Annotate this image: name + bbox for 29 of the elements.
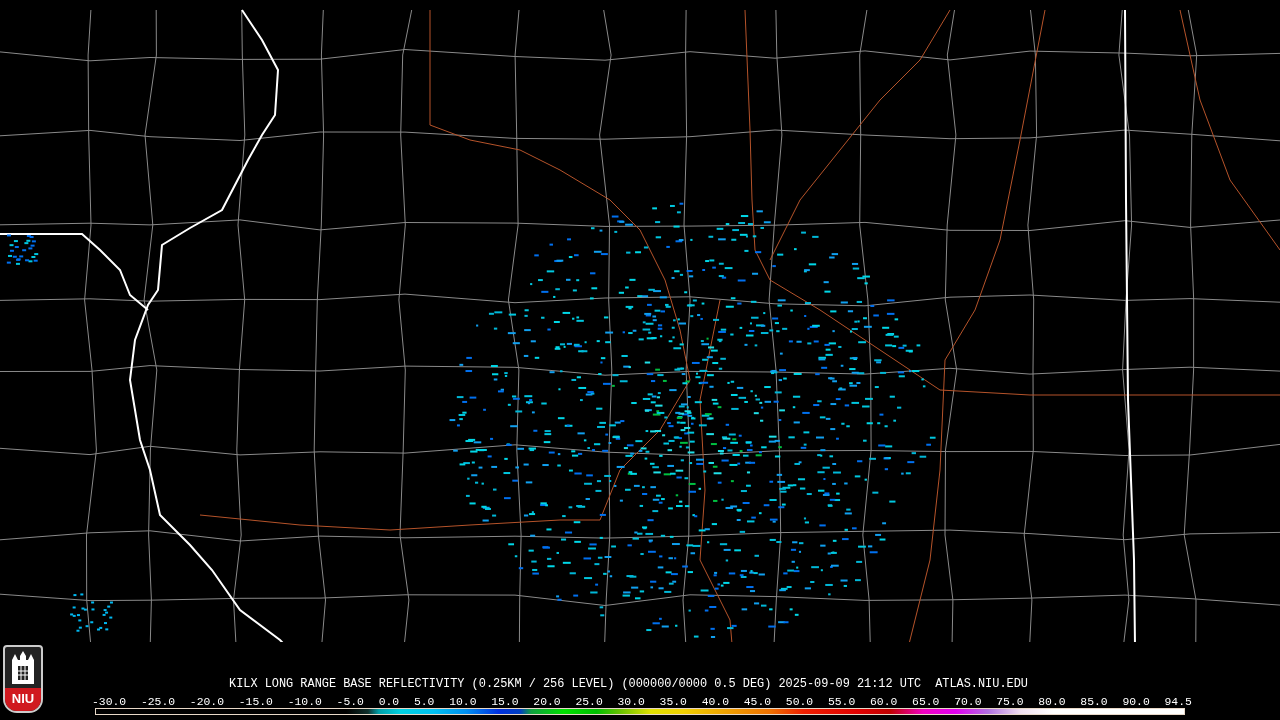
- product-title: KILX LONG RANGE BASE REFLECTIVITY (0.25KM / 256 LEVEL) (000000/0000 0.5 DEG) 2025-09-09 21:12 UTC: [229, 677, 922, 691]
- source-url: ATLAS.NIU.EDU: [935, 677, 1028, 691]
- scale-label: 30.0: [617, 696, 645, 708]
- scale-label: -5.0: [336, 696, 364, 708]
- scale-label: -15.0: [238, 696, 273, 708]
- scale-label: -30.0: [92, 696, 127, 708]
- scale-label: -20.0: [189, 696, 225, 708]
- scale-label: 15.0: [491, 696, 519, 708]
- scale-label: 35.0: [659, 696, 687, 708]
- scale-label: 90.0: [1122, 696, 1150, 708]
- scale-label: 50.0: [785, 696, 814, 708]
- scale-label: -25.0: [140, 696, 176, 708]
- scale-label: 40.0: [701, 696, 729, 708]
- scale-label: 75.0: [996, 696, 1024, 708]
- scale-label: 80.0: [1038, 696, 1066, 708]
- scale-label: 55.0: [827, 696, 856, 708]
- scale-label: 10.0: [449, 696, 477, 708]
- logo-text: NIU: [5, 688, 41, 711]
- scale-label: 65.0: [912, 696, 940, 708]
- scale-label: 5.0: [413, 696, 435, 708]
- scale-label: -10.0: [287, 696, 322, 708]
- scale-label: 85.0: [1080, 696, 1108, 708]
- scale-label: 25.0: [575, 696, 603, 708]
- scale-label: 20.0: [533, 696, 561, 708]
- scale-label: 94.5: [1164, 696, 1192, 708]
- scale-label: 60.0: [869, 696, 898, 708]
- scale-label: 70.0: [954, 696, 982, 708]
- scale-label: 0.0: [378, 696, 400, 708]
- scale-label: 45.0: [743, 696, 772, 708]
